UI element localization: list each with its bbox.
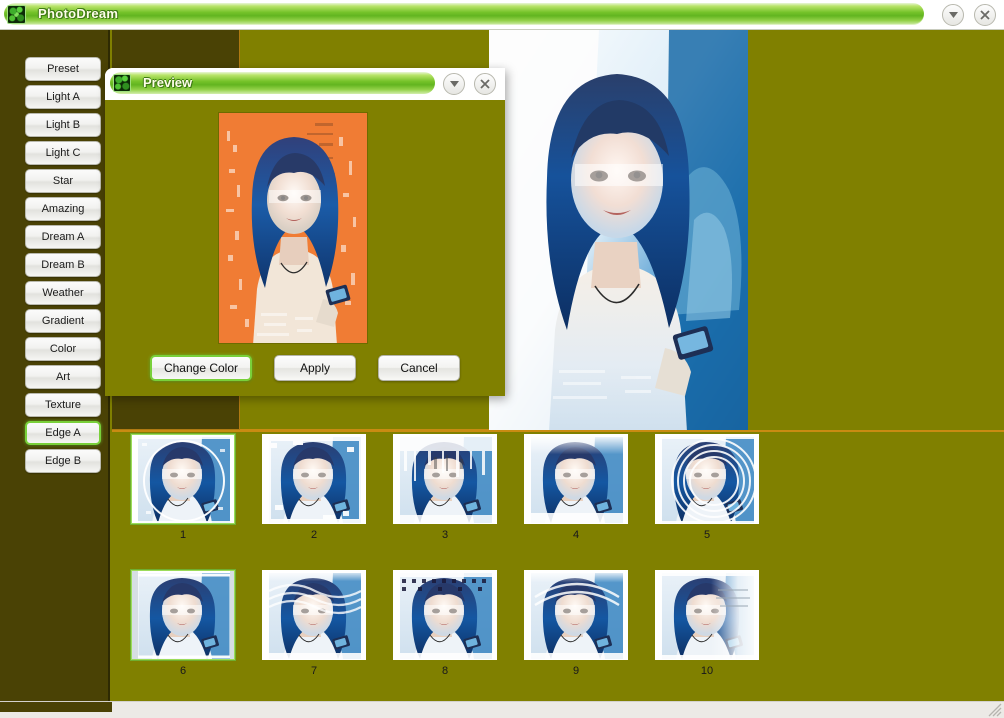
thumbnail-5[interactable] xyxy=(655,434,759,524)
close-x-icon xyxy=(479,78,491,90)
menu-dropdown-button[interactable] xyxy=(942,4,964,26)
sidebar-item-color[interactable]: Color xyxy=(25,337,101,361)
main-photo[interactable] xyxy=(489,30,748,432)
resize-grip-icon[interactable] xyxy=(988,703,1002,717)
app-leaf-icon xyxy=(7,5,26,24)
thumbnail-label: 3 xyxy=(441,529,449,541)
cancel-button[interactable]: Cancel xyxy=(378,355,461,381)
sidebar-item-weather[interactable]: Weather xyxy=(25,281,101,305)
thumbnail-gallery: 1 2 3 4 5 6 7 8 9 10 xyxy=(126,434,1004,701)
thumbnail-item: 10 xyxy=(650,570,764,677)
sidebar-item-label: Light B xyxy=(45,119,81,131)
sidebar-item-label: Dream B xyxy=(41,259,85,271)
preview-dialog-controls xyxy=(443,73,496,95)
sidebar-item-dream-b[interactable]: Dream B xyxy=(25,253,101,277)
thumbnail-9[interactable] xyxy=(524,570,628,660)
button-label: Change Color xyxy=(163,361,239,375)
sidebar-item-label: Light A xyxy=(46,91,80,103)
thumbnail-row: 6 7 8 9 10 xyxy=(126,570,781,677)
sidebar-item-light-c[interactable]: Light C xyxy=(25,141,101,165)
sidebar-item-edge-b[interactable]: Edge B xyxy=(25,449,101,473)
thumbnail-item: 9 xyxy=(519,570,633,677)
titlebar-gradient xyxy=(4,3,924,25)
preview-dialog-actions: Change Color Apply Cancel xyxy=(105,355,505,381)
sidebar-item-label: Color xyxy=(49,343,77,355)
thumbnail-item: 5 xyxy=(650,434,764,541)
thumbnail-item: 4 xyxy=(519,434,633,541)
sidebar-item-edge-a[interactable]: Edge A xyxy=(25,421,101,445)
button-label: Cancel xyxy=(400,361,438,375)
thumbnail-3[interactable] xyxy=(393,434,497,524)
sidebar-item-dream-a[interactable]: Dream A xyxy=(25,225,101,249)
preview-dialog: Preview Change Color Apply Cancel xyxy=(105,68,505,396)
thumbnail-label: 8 xyxy=(441,665,449,677)
thumbnail-label: 2 xyxy=(310,529,318,541)
sidebar-item-light-b[interactable]: Light B xyxy=(25,113,101,137)
sidebar-item-label: Light C xyxy=(45,147,81,159)
sidebar-item-amazing[interactable]: Amazing xyxy=(25,197,101,221)
preview-dialog-title: Preview xyxy=(143,75,193,90)
sidebar-item-label: Art xyxy=(55,371,71,383)
preview-image[interactable] xyxy=(218,112,368,344)
thumbnail-item: 6 xyxy=(126,570,240,677)
dialog-close-button[interactable] xyxy=(474,73,496,95)
thumbnail-label: 9 xyxy=(572,665,580,677)
thumbnail-6[interactable] xyxy=(131,570,235,660)
close-x-icon xyxy=(979,9,991,21)
thumbnail-1[interactable] xyxy=(131,434,235,524)
panel-right-strip xyxy=(748,30,1004,430)
sidebar-item-star[interactable]: Star xyxy=(25,169,101,193)
sidebar-item-light-a[interactable]: Light A xyxy=(25,85,101,109)
sidebar-item-texture[interactable]: Texture xyxy=(25,393,101,417)
workspace: Preset Light A Light B Light C Star Amazing Dr… xyxy=(0,30,1004,701)
thumbnail-4[interactable] xyxy=(524,434,628,524)
button-label: Apply xyxy=(300,361,331,375)
thumbnail-item: 2 xyxy=(257,434,371,541)
thumbnail-7[interactable] xyxy=(262,570,366,660)
thumbnail-item: 1 xyxy=(126,434,240,541)
sidebar-item-art[interactable]: Art xyxy=(25,365,101,389)
thumbnail-item: 3 xyxy=(388,434,502,541)
thumbnail-2[interactable] xyxy=(262,434,366,524)
thumbnail-10[interactable] xyxy=(655,570,759,660)
sidebar-item-label: Edge B xyxy=(44,455,82,467)
sidebar-item-label: Weather xyxy=(42,287,84,299)
change-color-button[interactable]: Change Color xyxy=(149,355,253,381)
thumbnail-8[interactable] xyxy=(393,570,497,660)
main-titlebar: PhotoDream xyxy=(0,0,1004,30)
chevron-down-icon xyxy=(948,11,959,19)
sidebar-item-label: Star xyxy=(52,175,74,187)
thumbnail-label: 4 xyxy=(572,529,580,541)
section-separator xyxy=(112,430,1004,432)
app-window: PhotoDream Preset Light A Light B Light C St… xyxy=(0,0,1004,718)
sidebar-item-label: Texture xyxy=(44,399,82,411)
chevron-down-icon xyxy=(449,80,460,88)
sidebar-item-label: Gradient xyxy=(41,315,85,327)
sidebar-item-label: Dream A xyxy=(41,231,85,243)
thumbnail-item: 7 xyxy=(257,570,371,677)
status-bar xyxy=(0,701,1004,718)
sidebar-item-preset[interactable]: Preset xyxy=(25,57,101,81)
thumbnail-label: 6 xyxy=(179,665,187,677)
close-button[interactable] xyxy=(974,4,996,26)
preview-dialog-titlebar: Preview xyxy=(105,68,505,100)
sidebar-item-label: Amazing xyxy=(41,203,85,215)
apply-button[interactable]: Apply xyxy=(274,355,357,381)
dialog-menu-dropdown-button[interactable] xyxy=(443,73,465,95)
thumbnail-label: 10 xyxy=(700,665,714,677)
sidebar-item-label: Preset xyxy=(47,63,79,75)
sidebar-item-gradient[interactable]: Gradient xyxy=(25,309,101,333)
thumbnail-row: 1 2 3 4 5 xyxy=(126,434,781,541)
app-leaf-icon xyxy=(113,74,131,92)
preview-dialog-body: Change Color Apply Cancel xyxy=(105,100,505,396)
effects-sidebar: Preset Light A Light B Light C Star Amazing Dr… xyxy=(0,30,110,701)
page-title: PhotoDream xyxy=(38,6,119,21)
thumbnail-label: 1 xyxy=(179,529,187,541)
thumbnail-label: 7 xyxy=(310,665,318,677)
thumbnail-label: 5 xyxy=(703,529,711,541)
thumbnail-item: 8 xyxy=(388,570,502,677)
status-bar-left-fill xyxy=(0,702,112,712)
sidebar-item-label: Edge A xyxy=(45,427,81,439)
window-controls xyxy=(942,4,996,26)
